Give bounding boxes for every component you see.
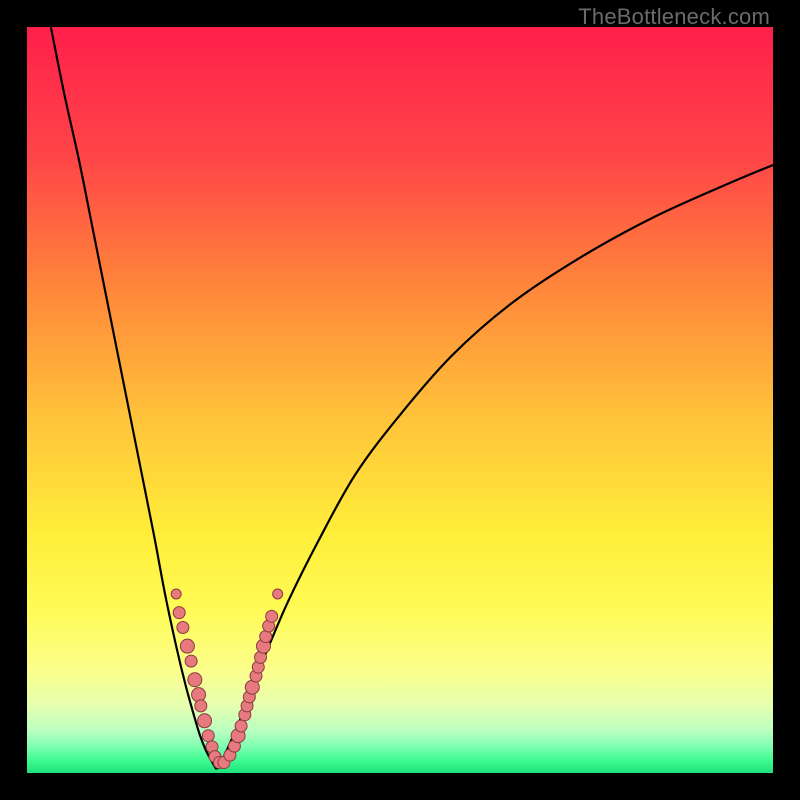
gradient-background xyxy=(27,27,773,773)
data-marker xyxy=(202,730,214,742)
data-marker xyxy=(171,589,181,599)
data-marker xyxy=(195,700,207,712)
data-marker xyxy=(188,673,202,687)
data-marker xyxy=(173,607,185,619)
chart-svg xyxy=(27,27,773,773)
plot-area xyxy=(27,27,773,773)
data-marker xyxy=(185,655,197,667)
data-marker xyxy=(198,714,212,728)
data-marker xyxy=(177,622,189,634)
data-marker xyxy=(266,610,278,622)
data-marker xyxy=(180,639,194,653)
data-marker xyxy=(273,589,283,599)
data-marker xyxy=(192,688,206,702)
data-marker xyxy=(235,720,247,732)
outer-frame: TheBottleneck.com xyxy=(0,0,800,800)
